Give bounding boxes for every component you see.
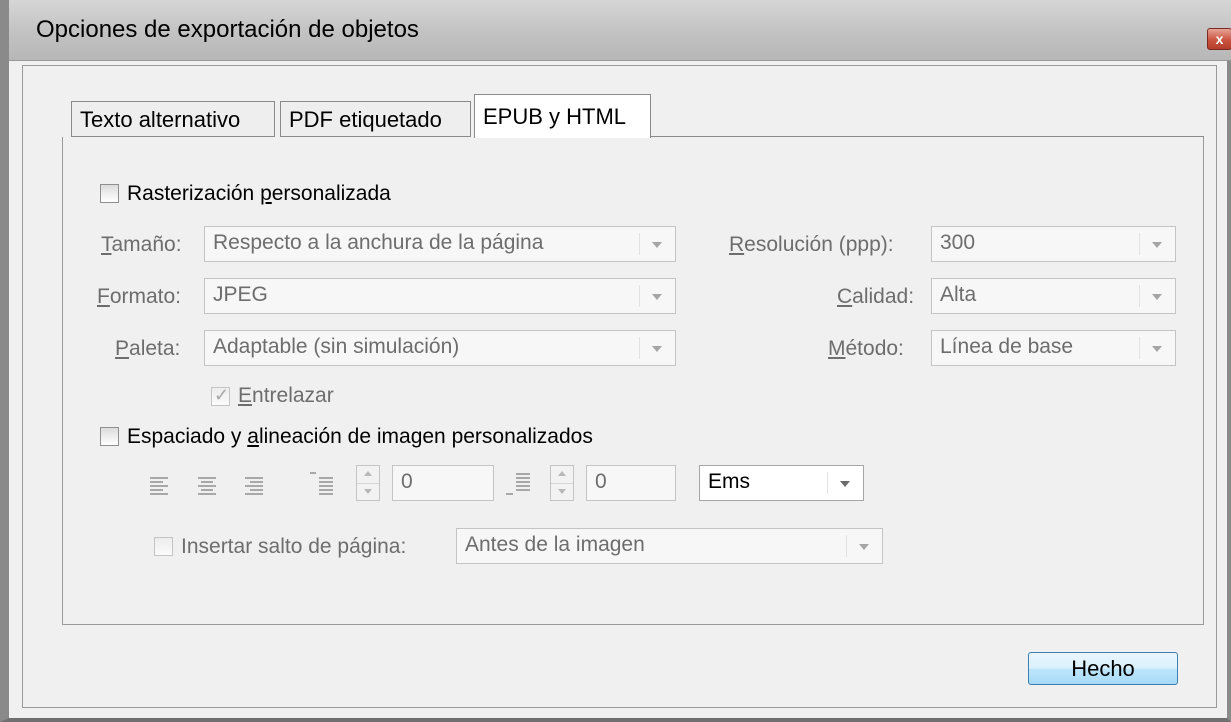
page-break-select[interactable]: Antes de la imagen xyxy=(456,528,883,564)
chevron-down-icon[interactable] xyxy=(364,489,372,494)
method-select[interactable]: Línea de base xyxy=(931,330,1176,366)
custom-raster-checkbox[interactable] xyxy=(100,184,119,203)
space-before-stepper[interactable] xyxy=(356,465,380,501)
chevron-down-icon xyxy=(639,331,675,365)
space-before-icon xyxy=(310,471,336,497)
tab-alt-text[interactable]: Texto alternativo xyxy=(71,101,275,137)
space-after-input[interactable]: 0 xyxy=(586,465,676,501)
palette-label: Paleta: xyxy=(115,337,181,360)
quality-value: Alta xyxy=(940,283,977,306)
format-label: Formato: xyxy=(97,285,182,308)
stepper-divider xyxy=(551,483,573,484)
interlace-label[interactable]: Entrelazar xyxy=(238,384,334,408)
page-break-checkbox[interactable] xyxy=(154,537,173,556)
export-options-dialog: Opciones de exportación de objetos x Tex… xyxy=(0,0,1231,722)
align-right-icon[interactable] xyxy=(245,477,267,497)
chevron-down-icon xyxy=(1139,331,1175,365)
title-bar[interactable]: Opciones de exportación de objetos x xyxy=(9,0,1231,61)
resolution-label: Resolución (ppp): xyxy=(729,233,894,256)
space-after-icon xyxy=(506,471,534,497)
interlace-checkbox[interactable]: ✓ xyxy=(211,385,230,406)
close-button[interactable]: x xyxy=(1207,28,1231,50)
method-label: Método: xyxy=(828,337,904,360)
custom-raster-label[interactable]: Rasterización personalizada xyxy=(127,182,391,206)
space-after-stepper[interactable] xyxy=(550,465,574,501)
chevron-down-icon xyxy=(1139,227,1175,261)
palette-value: Adaptable (sin simulación) xyxy=(213,335,460,358)
chevron-down-icon xyxy=(1139,279,1175,313)
units-value: Ems xyxy=(708,470,750,493)
quality-select[interactable]: Alta xyxy=(931,278,1176,314)
tab-tagged-pdf[interactable]: PDF etiquetado xyxy=(280,101,471,137)
size-select[interactable]: Respecto a la anchura de la página xyxy=(204,226,676,262)
space-before-input[interactable]: 0 xyxy=(392,465,494,501)
tab-epub-html-label: EPUB y HTML xyxy=(483,104,627,129)
chevron-down-icon xyxy=(827,466,863,500)
tab-alt-text-label: Texto alternativo xyxy=(80,107,241,132)
checkmark-icon: ✓ xyxy=(214,385,230,405)
stepper-divider xyxy=(357,483,379,484)
dialog-title: Opciones de exportación de objetos xyxy=(36,16,419,43)
resolution-select[interactable]: 300 xyxy=(931,226,1176,262)
tab-epub-html[interactable]: EPUB y HTML xyxy=(474,94,651,138)
size-value: Respecto a la anchura de la página xyxy=(213,231,544,254)
space-after-value: 0 xyxy=(595,470,607,493)
chevron-down-icon xyxy=(639,279,675,313)
custom-spacing-label[interactable]: Espaciado y alineación de imagen persona… xyxy=(127,425,593,449)
method-value: Línea de base xyxy=(940,335,1074,358)
close-icon: x xyxy=(1215,31,1224,47)
page-break-value: Antes de la imagen xyxy=(465,533,645,556)
format-select[interactable]: JPEG xyxy=(204,278,676,314)
palette-select[interactable]: Adaptable (sin simulación) xyxy=(204,330,676,366)
done-button[interactable]: Hecho xyxy=(1028,652,1178,685)
align-left-icon[interactable] xyxy=(150,477,172,497)
chevron-down-icon xyxy=(639,227,675,261)
align-center-icon[interactable] xyxy=(198,477,220,497)
resolution-value: 300 xyxy=(940,231,976,254)
quality-label: Calidad: xyxy=(837,285,915,308)
tab-tagged-pdf-label: PDF etiquetado xyxy=(289,107,442,132)
size-label: Tamaño: xyxy=(101,233,182,256)
page-break-label[interactable]: Insertar salto de página: xyxy=(181,535,406,559)
chevron-down-icon[interactable] xyxy=(558,489,566,494)
units-select[interactable]: Ems xyxy=(699,465,864,501)
custom-spacing-checkbox[interactable] xyxy=(100,427,119,446)
chevron-up-icon[interactable] xyxy=(558,471,566,476)
format-value: JPEG xyxy=(213,283,268,306)
space-before-value: 0 xyxy=(401,470,413,493)
chevron-down-icon xyxy=(846,529,882,563)
chevron-up-icon[interactable] xyxy=(364,471,372,476)
